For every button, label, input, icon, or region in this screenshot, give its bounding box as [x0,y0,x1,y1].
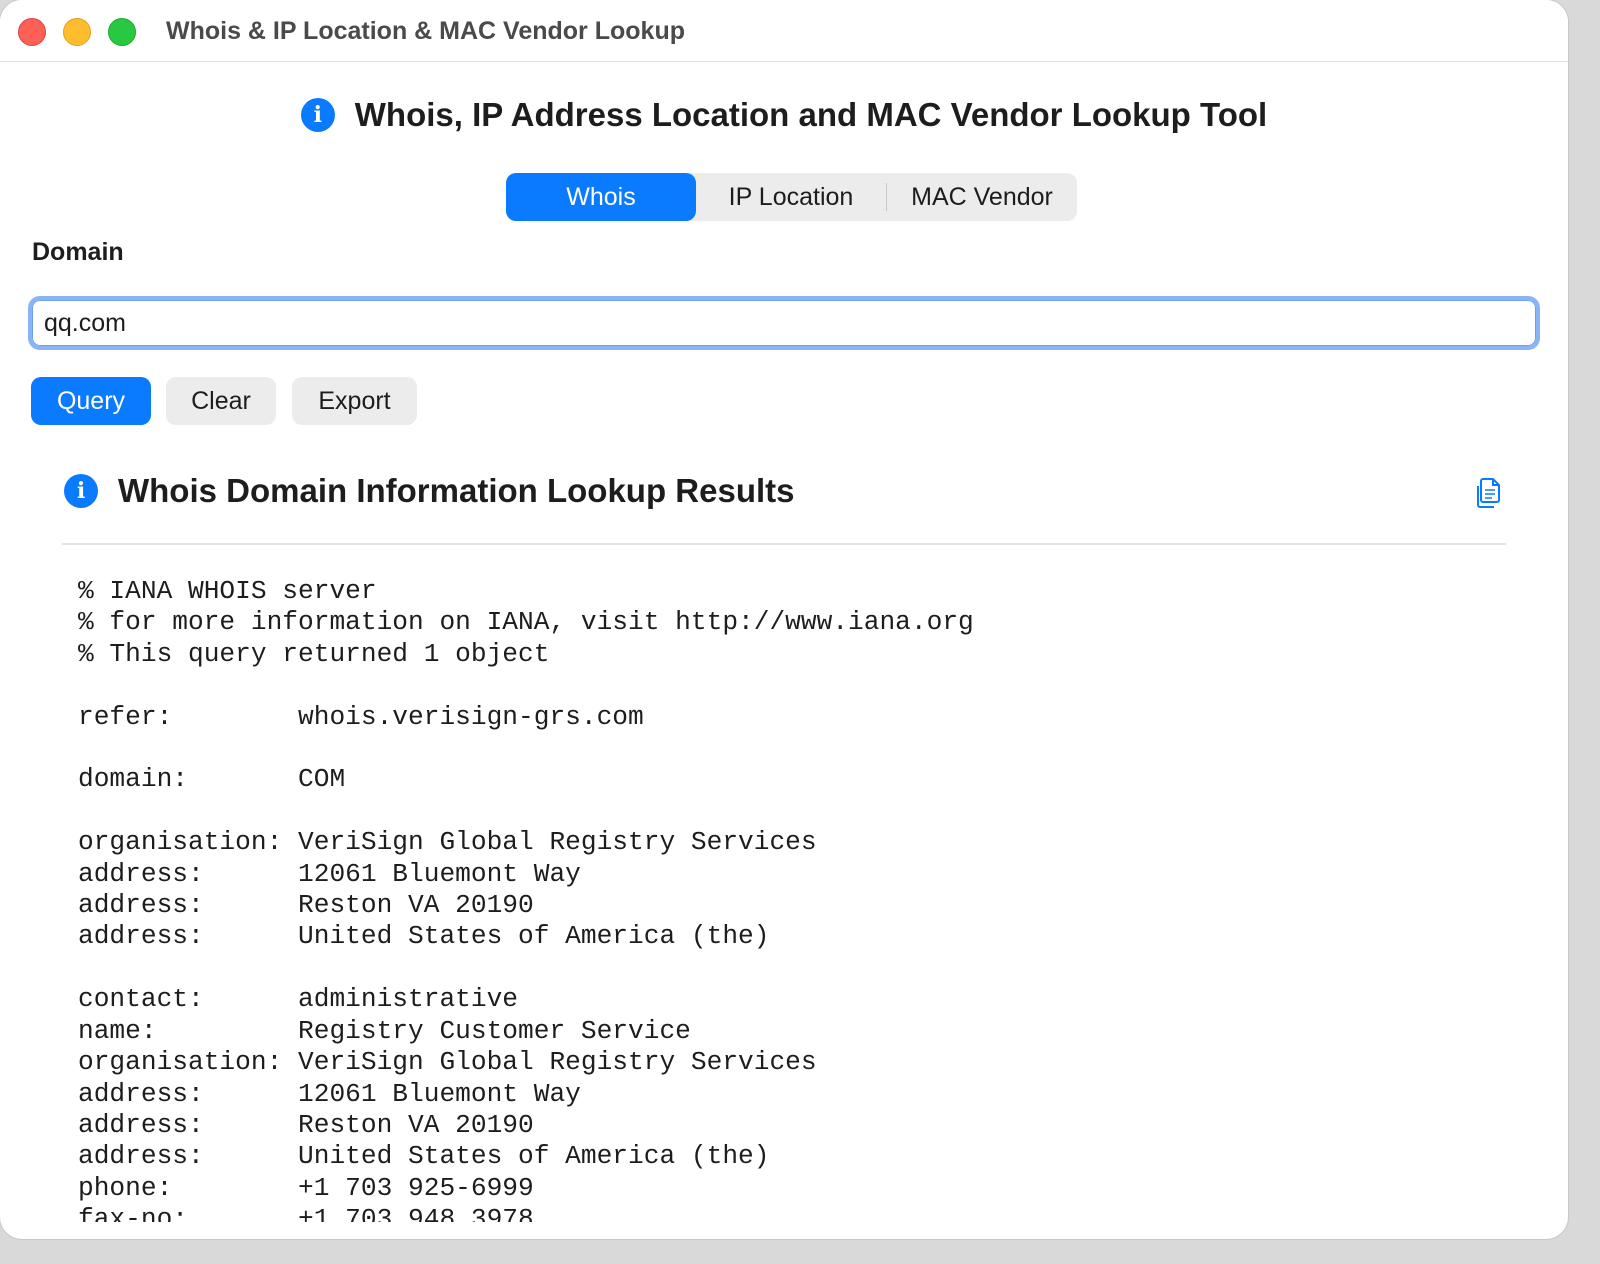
tab-mac-vendor[interactable]: MAC Vendor [887,173,1077,221]
info-icon: i [64,474,98,508]
page-header: i Whois, IP Address Location and MAC Ven… [0,90,1568,140]
close-window-button[interactable] [18,18,46,46]
title-bar: Whois & IP Location & MAC Vendor Lookup [0,0,1568,62]
window-title: Whois & IP Location & MAC Vendor Lookup [166,17,685,45]
mode-segmented-control: Whois IP Location MAC Vendor [506,173,1077,221]
tab-ip-location[interactable]: IP Location [696,173,886,221]
copy-icon[interactable] [1474,476,1504,510]
results-header: i Whois Domain Information Lookup Result… [64,472,795,510]
tab-whois[interactable]: Whois [506,173,696,221]
app-window: Whois & IP Location & MAC Vendor Lookup … [0,0,1568,1239]
domain-input[interactable] [28,296,1540,350]
page-title: Whois, IP Address Location and MAC Vendo… [354,96,1268,133]
results-title: Whois Domain Information Lookup Results [118,472,795,509]
zoom-window-button[interactable] [108,18,136,46]
minimize-window-button[interactable] [63,18,91,46]
export-button[interactable]: Export [292,377,417,425]
clear-button[interactable]: Clear [166,377,276,425]
whois-output-text: % IANA WHOIS server % for more informati… [78,576,974,1222]
results-divider [62,543,1506,545]
query-button[interactable]: Query [31,377,151,425]
domain-label: Domain [32,238,124,266]
info-icon: i [300,98,335,132]
